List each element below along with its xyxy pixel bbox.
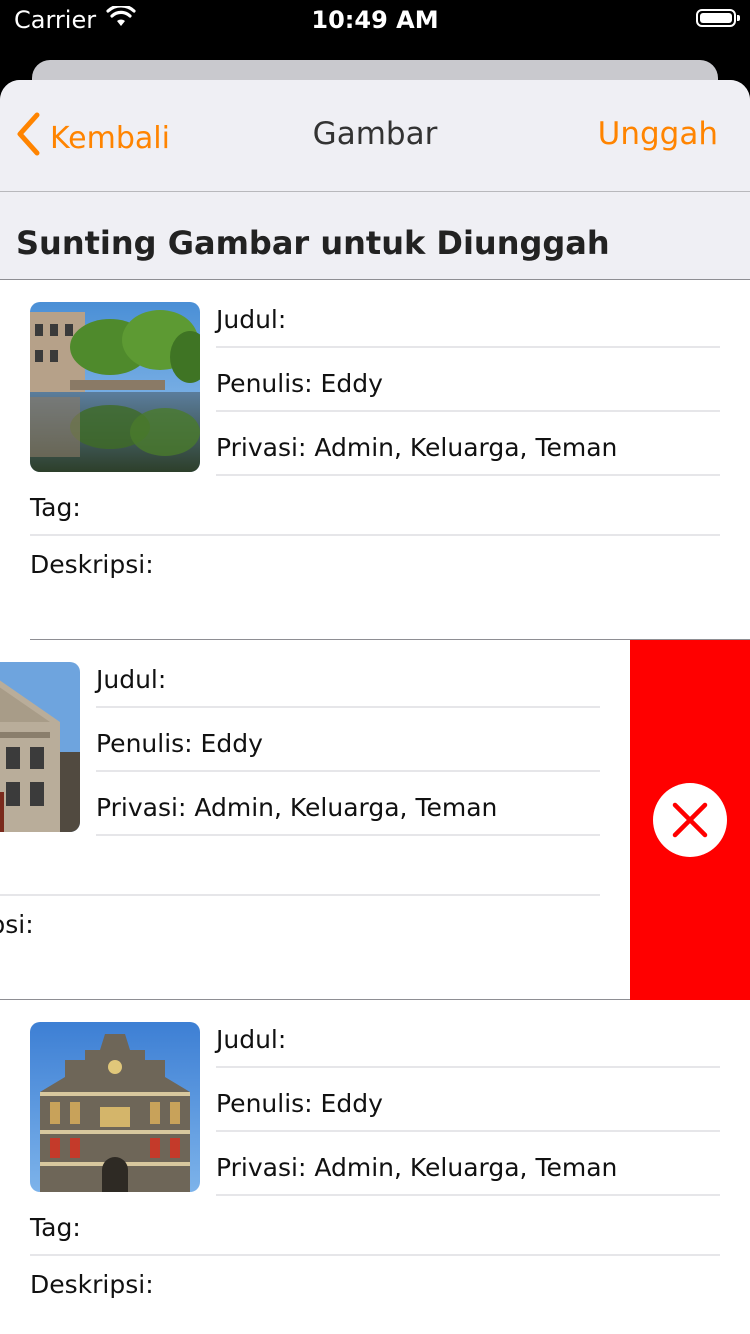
navigation-bar: Kembali Gambar Unggah <box>0 80 750 192</box>
image-edit-cell-swiped[interactable]: Judul: Penulis: Eddy Privasi: Admin, Kel… <box>0 640 750 1000</box>
battery-icon <box>696 9 740 27</box>
title-field[interactable]: Judul: <box>216 1006 720 1068</box>
delete-icon <box>653 783 727 857</box>
privacy-field[interactable]: Privasi: Admin, Keluarga, Teman <box>216 1134 720 1196</box>
clock: 10:49 AM <box>311 6 439 34</box>
privacy-field[interactable]: Privasi: Admin, Keluarga, Teman <box>216 414 720 476</box>
delete-action-button[interactable] <box>630 640 750 1000</box>
author-field[interactable]: Penulis: Eddy <box>216 350 720 412</box>
status-bar: Carrier 10:49 AM <box>0 0 750 42</box>
description-field[interactable]: Deskripsi: <box>0 886 600 948</box>
image-thumbnail-canal <box>30 302 200 472</box>
author-field[interactable]: Penulis: Eddy <box>96 710 600 772</box>
section-title: Sunting Gambar untuk Diunggah <box>16 224 610 262</box>
privacy-field[interactable]: Privasi: Admin, Keluarga, Teman <box>96 774 600 836</box>
modal-sheet: Kembali Gambar Unggah Sunting Gambar unt… <box>0 80 750 1334</box>
image-edit-cell[interactable]: Judul: Penulis: Eddy Privasi: Admin, Kel… <box>0 280 750 640</box>
section-header: Sunting Gambar untuk Diunggah <box>0 192 750 280</box>
upload-button[interactable]: Unggah <box>598 116 718 152</box>
description-field[interactable]: Deskripsi: <box>30 1246 720 1308</box>
author-field[interactable]: Penulis: Eddy <box>216 1070 720 1132</box>
title-field[interactable]: Judul: <box>216 286 720 348</box>
image-edit-cell[interactable]: Judul: Penulis: Eddy Privasi: Admin, Kel… <box>0 1000 750 1334</box>
title-field[interactable]: Judul: <box>96 646 600 708</box>
description-field[interactable]: Deskripsi: <box>30 526 720 588</box>
image-thumbnail-building <box>0 662 80 832</box>
image-thumbnail-town-hall <box>30 1022 200 1192</box>
